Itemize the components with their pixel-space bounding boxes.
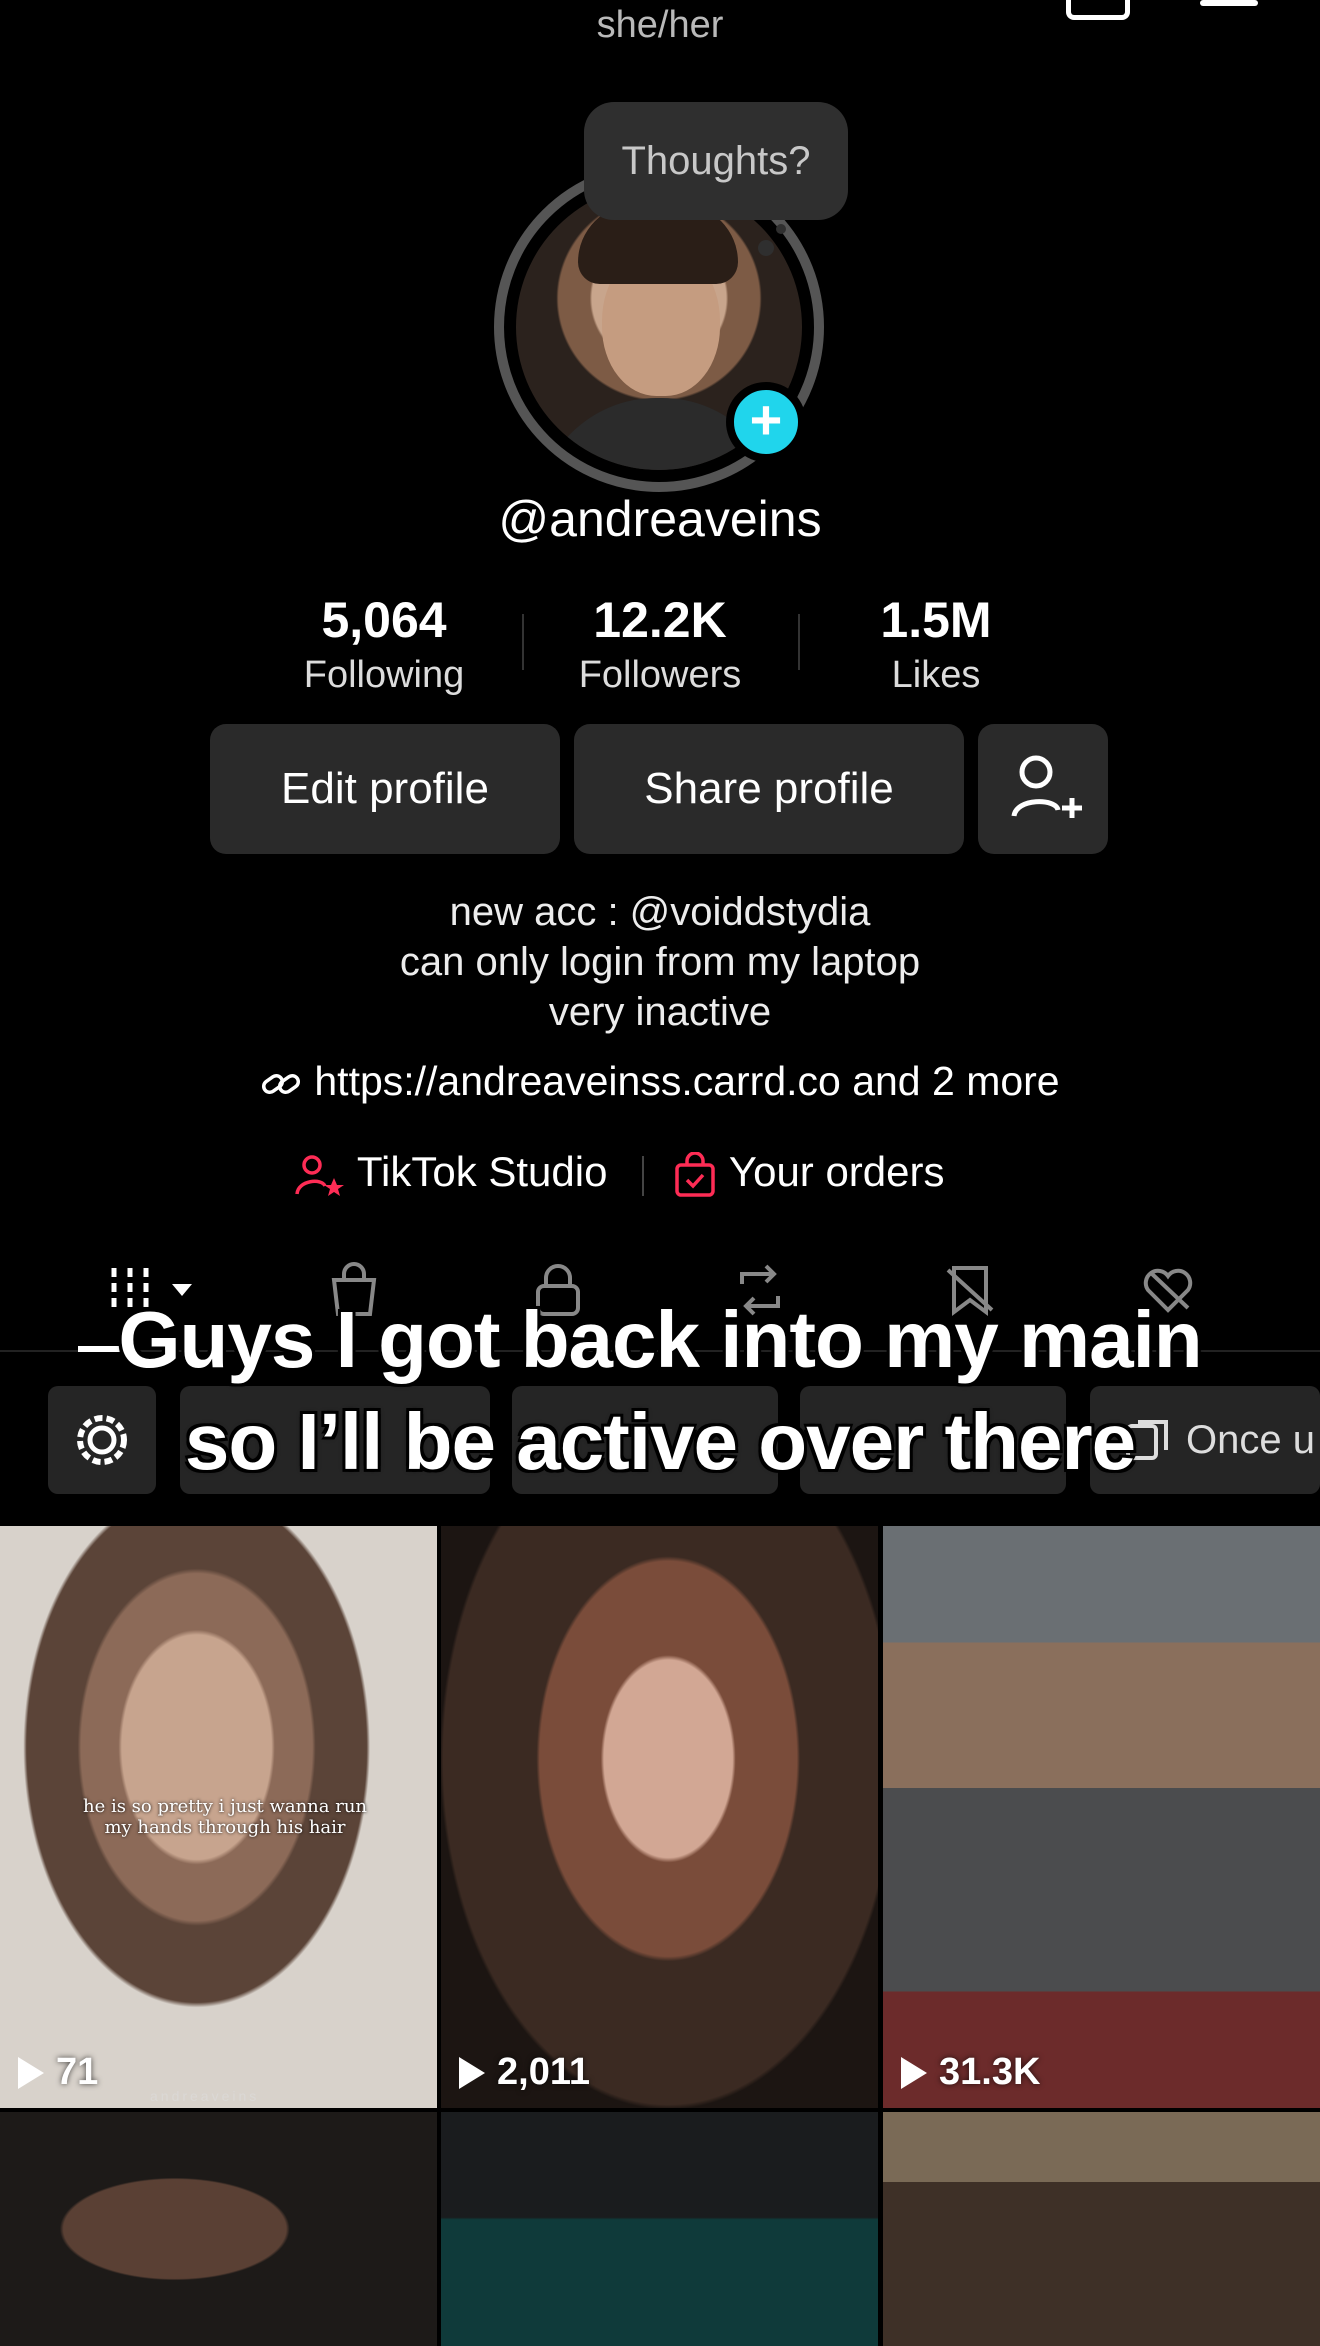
video-watermark: andreaveins [150,2088,260,2104]
add-user-icon [1011,755,1082,818]
studio-label: TikTok Studio [356,1148,608,1195]
stat-label: Followers [578,654,742,696]
stat-label: Likes [891,654,981,696]
play-icon [459,2056,485,2089]
bio-line: very inactive [548,990,772,1034]
stat-followers[interactable]: 12.2K Followers [540,590,780,700]
your-orders-link[interactable]: Your orders [672,1148,945,1198]
stat-value: 1.5M [880,592,992,648]
video-overlay-text: he is so pretty i just wanna run my hand… [82,1796,368,1838]
view-count: 31.3K [939,2051,1041,2093]
note-bubble-tail [776,224,786,234]
bio-link[interactable]: https://andreaveinss.carrd.co and 2 more [0,1058,1320,1105]
view-count: 2,011 [497,2051,590,2093]
link-icon [262,1074,301,1095]
tiktok-studio-link[interactable]: TikTok Studio [292,1148,607,1198]
orders-bag-icon [675,1151,715,1197]
edit-profile-button[interactable]: Edit profile [210,724,560,854]
stat-likes[interactable]: 1.5M Likes [816,590,1056,700]
stat-label: Following [303,654,465,696]
video-tile[interactable] [883,2112,1320,2346]
plus-icon[interactable]: + [726,382,806,462]
share-profile-button[interactable]: Share profile [574,724,964,854]
note-bubble[interactable]: Thoughts? [584,102,848,220]
caption-line: so I’ll be active over there [184,1397,1136,1486]
menu-icon[interactable] [1200,0,1258,6]
video-tile[interactable]: he is so pretty i just wanna run my hand… [0,1526,437,2108]
bio-line: new acc : @voiddstydia [449,890,871,934]
play-icon [18,2056,44,2089]
bookmark-icon[interactable] [1066,0,1130,20]
stat-value: 5,064 [321,592,447,648]
stat-value: 12.2K [593,592,727,648]
video-tile[interactable]: 2,011 [441,1526,878,2108]
video-tile[interactable]: 31.3K [883,1526,1320,2108]
bio-line: can only login from my laptop [399,940,921,984]
play-icon [901,2056,927,2089]
divider [798,614,800,670]
divider [522,614,524,670]
studio-icon [295,1155,344,1196]
stat-following[interactable]: 5,064 Following [264,590,504,700]
caption-line: Guys I got back into my main [118,1295,1202,1384]
view-count: 71 [56,2051,99,2093]
bio-link-text: https://andreaveinss.carrd.co and 2 more [314,1058,1060,1104]
username: @andreaveins [498,491,822,547]
video-tile[interactable] [441,2112,878,2346]
video-tile[interactable] [0,2112,437,2346]
divider [642,1156,644,1196]
orders-label: Your orders [728,1148,945,1195]
add-friend-button[interactable] [978,724,1108,854]
note-bubble-tail [758,240,774,256]
